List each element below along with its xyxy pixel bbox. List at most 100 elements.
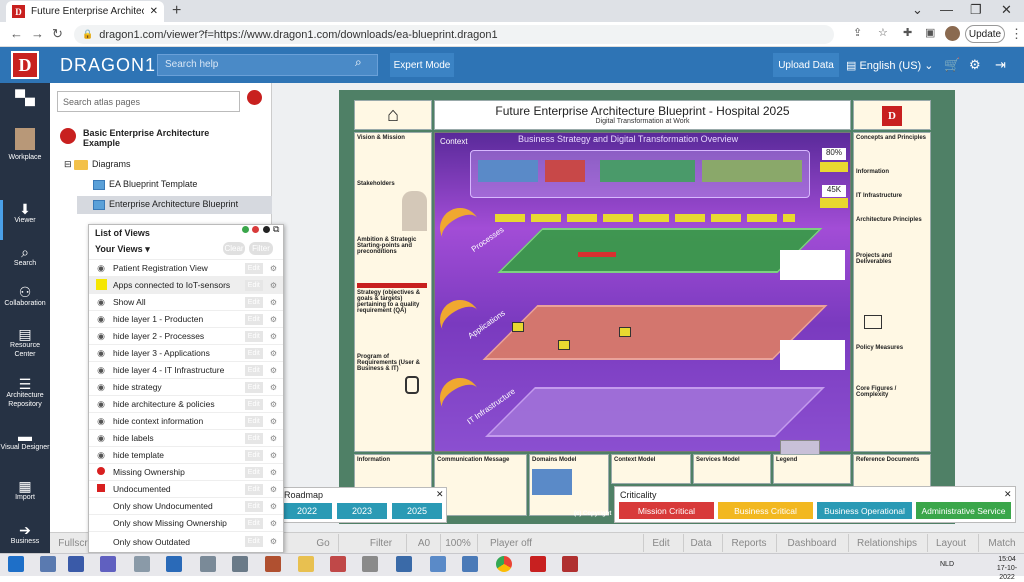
help-search-input[interactable]: Search help xyxy=(157,54,378,76)
player-button[interactable]: Player off xyxy=(484,535,538,551)
update-button[interactable]: Update xyxy=(965,25,1005,43)
criticality-administrative-service[interactable]: Administrative Service xyxy=(916,502,1011,519)
reload-icon[interactable]: ↻ xyxy=(52,26,63,42)
nav-viewer[interactable]: ⬇ Viewer xyxy=(0,202,50,225)
taskbar-app-icon[interactable] xyxy=(562,556,578,572)
gear-icon[interactable]: ⚙ xyxy=(270,349,277,358)
taskbar-app-icon[interactable] xyxy=(362,556,378,572)
tree-item-blueprint[interactable]: Enterprise Architecture Blueprint xyxy=(93,199,238,210)
fullscreen-button[interactable]: Fullscr xyxy=(56,535,90,551)
nav-architecture-repository[interactable]: ☰ Architecture Repository xyxy=(0,377,50,409)
roadmap-year-button[interactable]: 2022 xyxy=(282,503,332,519)
edit-button[interactable]: Edit xyxy=(244,381,263,393)
criticality-business-operational[interactable]: Business Operational xyxy=(817,502,912,519)
minimize-icon[interactable]: — xyxy=(940,2,953,17)
filter-button[interactable]: Filter xyxy=(364,535,398,551)
view-row[interactable]: ◉ hide layer 4 - IT Infrastructure Edit ⚙ xyxy=(89,361,283,378)
nav-visual-designer[interactable]: ▬ Visual Designer xyxy=(0,429,50,452)
edit-button[interactable]: Edit xyxy=(244,466,263,478)
gear-icon[interactable]: ⚙ xyxy=(270,537,277,546)
url-bar[interactable]: 🔒 dragon1.com/viewer?f=https://www.drago… xyxy=(74,25,834,44)
chrome-icon[interactable] xyxy=(496,556,512,572)
home-icon[interactable]: ⌂ xyxy=(354,100,432,130)
taskbar-app-icon[interactable] xyxy=(396,556,412,572)
atlas-search-input[interactable]: Search atlas pages xyxy=(57,91,240,112)
gear-icon[interactable]: ⚙ xyxy=(270,315,277,324)
gear-icon[interactable]: ⚙ xyxy=(969,57,981,73)
infrastructure-layer[interactable] xyxy=(470,382,825,442)
edit-button[interactable]: Edit xyxy=(244,517,263,529)
taskbar-app-icon[interactable] xyxy=(462,556,478,572)
cart-icon[interactable]: 🛒 xyxy=(944,57,960,73)
match-button[interactable]: Match xyxy=(984,535,1020,551)
taskbar-app-icon[interactable] xyxy=(134,556,150,572)
language-selector[interactable]: ▤ English (US) ⌄ xyxy=(846,59,933,72)
clear-button[interactable]: Clear xyxy=(223,242,245,255)
search-icon[interactable]: ⌕ xyxy=(355,55,362,70)
close-icon[interactable]: ✕ xyxy=(1004,489,1012,500)
edit-button[interactable]: Edit xyxy=(244,347,263,359)
view-row[interactable]: ◉ hide layer 3 - Applications Edit ⚙ xyxy=(89,344,283,361)
gear-icon[interactable]: ⚙ xyxy=(270,451,277,460)
dark-dot[interactable] xyxy=(263,226,270,233)
browser-tab[interactable]: D Future Enterprise Architecture Bl ✕ xyxy=(6,1,164,22)
nav-resource-center[interactable]: ▤ Resource Center xyxy=(0,327,50,359)
taskbar-app-icon[interactable] xyxy=(430,556,446,572)
app-component[interactable] xyxy=(558,340,570,350)
nav-search[interactable]: ⌕ Search xyxy=(0,245,50,268)
gear-icon[interactable]: ⚙ xyxy=(270,298,277,307)
pdf-reader-icon[interactable] xyxy=(530,556,546,572)
green-dot[interactable] xyxy=(242,226,249,233)
view-row[interactable]: ◉ Show All Edit ⚙ xyxy=(89,293,283,310)
criticality-business-critical[interactable]: Business Critical xyxy=(718,502,813,519)
edit-button[interactable]: Edit xyxy=(244,313,263,325)
edit-button[interactable]: Edit xyxy=(244,296,263,308)
view-row[interactable]: Apps connected to IoT-sensors Edit ⚙ xyxy=(89,276,283,293)
atlas-root[interactable]: Basic Enterprise Architecture Example xyxy=(83,128,233,148)
filter-button[interactable]: Filter xyxy=(249,242,273,255)
taskbar-app-icon[interactable] xyxy=(265,556,281,572)
app-component[interactable] xyxy=(619,327,631,337)
edit-button[interactable]: Edit xyxy=(244,398,263,410)
gear-icon[interactable]: ⚙ xyxy=(270,519,277,528)
bookmark-star-icon[interactable]: ☆ xyxy=(878,26,888,39)
expert-mode-button[interactable]: Expert Mode xyxy=(390,53,454,77)
sidebar-icon[interactable]: ▣ xyxy=(925,26,935,39)
paper-size-button[interactable]: A0 xyxy=(412,535,436,551)
file-explorer-icon[interactable] xyxy=(298,556,314,572)
close-tab-icon[interactable]: ✕ xyxy=(150,6,158,17)
edit-button[interactable]: Edit xyxy=(244,330,263,342)
view-row[interactable]: Only show Outdated Edit ⚙ xyxy=(89,531,283,551)
sign-out-icon[interactable]: ⇥ xyxy=(995,57,1006,73)
taskbar-app-icon[interactable] xyxy=(200,556,216,572)
close-window-icon[interactable]: ✕ xyxy=(1001,2,1012,18)
taskbar-app-icon[interactable] xyxy=(166,556,182,572)
gear-icon[interactable]: ⚙ xyxy=(270,366,277,375)
taskbar-app-icon[interactable] xyxy=(330,556,346,572)
view-row[interactable]: ◉ hide strategy Edit ⚙ xyxy=(89,378,283,395)
nav-home[interactable]: ▀▄ xyxy=(0,90,50,104)
nav-workplace[interactable]: Workplace xyxy=(0,128,50,162)
view-row[interactable]: ◉ hide layer 1 - Producten Edit ⚙ xyxy=(89,310,283,327)
upload-data-button[interactable]: Upload Data xyxy=(773,53,839,77)
edit-button[interactable]: Edit xyxy=(244,483,263,495)
edit-button[interactable]: Edit xyxy=(244,432,263,444)
view-row[interactable]: ◉ hide context information Edit ⚙ xyxy=(89,412,283,429)
new-tab-icon[interactable]: + xyxy=(172,2,181,20)
extensions-icon[interactable]: ✚ xyxy=(903,26,912,39)
close-icon[interactable]: ✕ xyxy=(436,489,444,500)
profile-avatar[interactable] xyxy=(945,26,960,41)
layout-button[interactable]: Layout xyxy=(932,535,970,551)
taskbar-app-icon[interactable] xyxy=(100,556,116,572)
system-clock[interactable]: 15:04 17-10-2022 xyxy=(990,555,1024,582)
chevron-down-icon[interactable]: ⌄ xyxy=(912,2,923,18)
forward-icon[interactable]: → xyxy=(31,26,44,41)
keyboard-language[interactable]: NLD xyxy=(940,561,954,568)
edit-button[interactable]: Edit xyxy=(244,415,263,427)
dragon1-logo[interactable]: D xyxy=(11,51,39,79)
red-dot[interactable] xyxy=(252,226,259,233)
taskbar-app-icon[interactable] xyxy=(40,556,56,572)
gear-icon[interactable]: ⚙ xyxy=(270,468,277,477)
gear-icon[interactable]: ⚙ xyxy=(270,485,277,494)
view-row[interactable]: Undocumented Edit ⚙ xyxy=(89,480,283,497)
